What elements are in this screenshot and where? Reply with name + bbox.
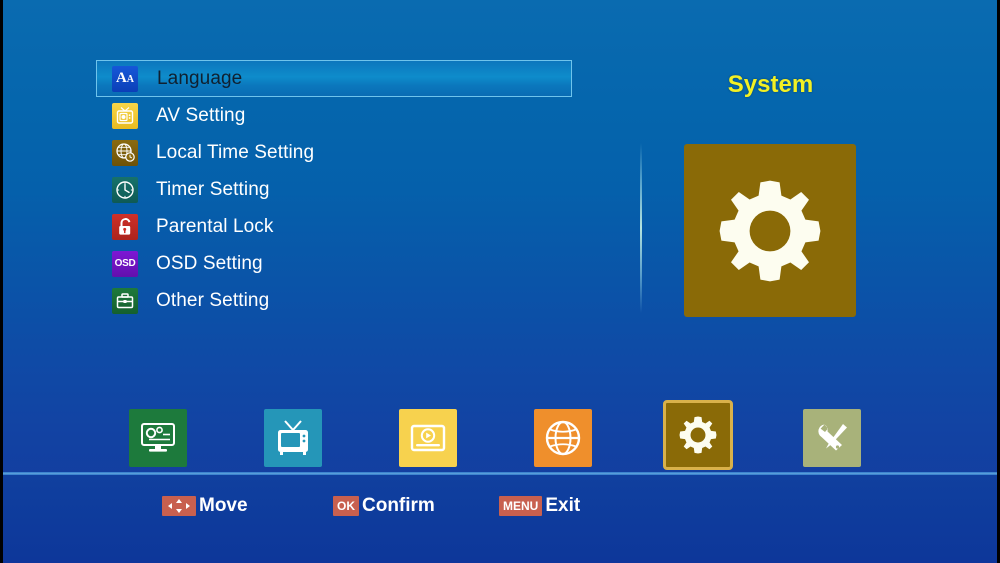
menu-item-label: Local Time Setting: [156, 141, 315, 163]
menu-item-local-time-setting[interactable]: Local Time Setting: [96, 134, 572, 171]
category-media[interactable]: [399, 409, 457, 467]
menu-item-other-setting[interactable]: Other Setting: [96, 282, 572, 319]
menu-item-parental-lock[interactable]: Parental Lock: [96, 208, 572, 245]
category-installation[interactable]: [129, 409, 187, 467]
menu-item-label: OSD Setting: [156, 252, 263, 274]
menu-item-label: Parental Lock: [156, 215, 274, 237]
ok-key-badge: OK: [333, 496, 359, 516]
video-play-icon: [410, 424, 446, 452]
menu-item-label: Language: [157, 67, 243, 89]
tv-icon: [278, 420, 308, 455]
lock-open-icon: [112, 213, 138, 240]
hint-action-label: Confirm: [362, 495, 435, 516]
hint-confirm: OK Confirm: [333, 494, 435, 518]
monitor-gears-icon: [141, 423, 175, 452]
hint-exit: MENU Exit: [499, 494, 580, 518]
arrow-keys-icon: [162, 496, 196, 516]
briefcase-icon: [112, 287, 138, 314]
clock-icon: [112, 176, 138, 203]
menu-key-badge: MENU: [499, 496, 543, 516]
gear-icon: [679, 416, 717, 454]
menu-item-label: Timer Setting: [156, 178, 270, 200]
menu-item-language[interactable]: AA Language: [96, 60, 572, 97]
menu-item-av-setting[interactable]: AV Setting: [96, 97, 572, 134]
hint-move: Move: [162, 494, 248, 518]
osd-icon: OSD: [112, 250, 138, 277]
category-tools[interactable]: [803, 409, 861, 467]
vertical-divider: [640, 143, 642, 313]
menu-item-label: AV Setting: [156, 104, 246, 126]
hint-action-label: Move: [199, 495, 248, 516]
tv-camera-icon: [112, 102, 138, 129]
system-preview-tile: [684, 144, 856, 317]
gear-icon: [719, 180, 821, 281]
system-menu-list: AA Language AV Setting Local Time Settin…: [96, 60, 572, 319]
category-network[interactable]: [534, 409, 592, 467]
language-icon: AA: [112, 65, 138, 92]
menu-item-osd-setting[interactable]: OSD OSD Setting: [96, 245, 572, 282]
panel-title: System: [727, 71, 814, 98]
globe-icon: [545, 420, 581, 456]
tv-settings-screen: AA Language AV Setting Local Time Settin…: [0, 0, 1000, 563]
hint-action-label: Exit: [545, 495, 581, 516]
menu-item-label: Other Setting: [156, 289, 270, 311]
footer-hint-bar: Move OK Confirm MENU Exit: [3, 475, 997, 560]
category-icon-bar: [3, 390, 997, 470]
category-system[interactable]: [663, 400, 733, 470]
tools-icon: [818, 424, 847, 451]
globe-clock-icon: [112, 139, 138, 166]
category-channel[interactable]: [264, 409, 322, 467]
menu-item-timer-setting[interactable]: Timer Setting: [96, 171, 572, 208]
